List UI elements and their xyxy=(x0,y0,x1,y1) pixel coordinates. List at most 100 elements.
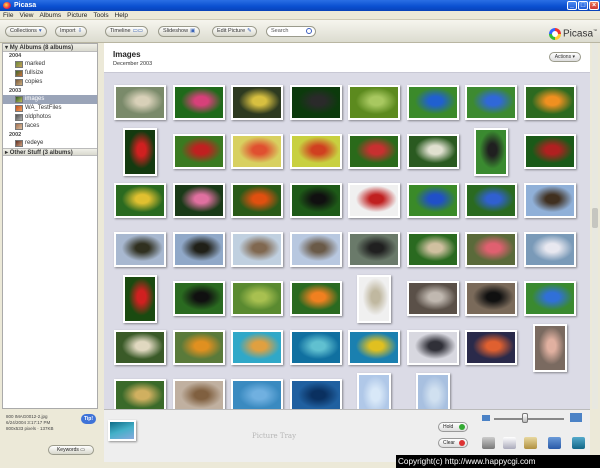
sidebar-item-fullsize[interactable]: fullsize xyxy=(3,69,97,78)
photo-thumbnail[interactable] xyxy=(348,330,401,365)
photo-thumbnail[interactable] xyxy=(231,183,284,218)
close-button[interactable]: × xyxy=(589,1,599,10)
photo-thumbnail[interactable] xyxy=(465,281,518,316)
keywords-button[interactable]: Keywords ▭ xyxy=(48,445,94,455)
photo-thumbnail[interactable] xyxy=(114,379,167,409)
album-thumbnail xyxy=(15,70,23,77)
search-input[interactable]: Search xyxy=(266,26,316,37)
photo-thumbnail[interactable] xyxy=(289,379,342,409)
photo-thumbnail[interactable] xyxy=(465,85,518,120)
menu-albums[interactable]: Albums xyxy=(36,11,64,20)
photo-thumbnail[interactable] xyxy=(231,232,284,267)
vertical-scrollbar[interactable] xyxy=(592,43,598,409)
photo-thumbnail[interactable] xyxy=(357,274,392,323)
photo-thumbnail[interactable] xyxy=(289,183,342,218)
my-albums-header[interactable]: ▾ My Albums (8 albums) xyxy=(3,44,97,52)
photo-thumbnail[interactable] xyxy=(532,323,567,372)
photo-thumbnail[interactable] xyxy=(172,232,225,267)
timeline-button[interactable]: Timeline ▭▭ xyxy=(105,26,148,37)
blog-icon[interactable] xyxy=(572,437,585,449)
photo-thumbnail[interactable] xyxy=(172,183,225,218)
photo-thumbnail[interactable] xyxy=(523,134,576,169)
sidebar-item-redeye[interactable]: redeye xyxy=(3,139,97,148)
zoom-large-icon[interactable] xyxy=(570,413,582,422)
photo-thumbnail[interactable] xyxy=(406,85,459,120)
collections-button[interactable]: Collections ▾ xyxy=(5,26,47,37)
photo-thumbnail[interactable] xyxy=(523,183,576,218)
photo-thumbnail[interactable] xyxy=(231,134,284,169)
menu-file[interactable]: File xyxy=(0,11,16,20)
photo-thumbnail[interactable] xyxy=(114,85,167,120)
photo-thumbnail[interactable] xyxy=(406,330,459,365)
sidebar-item-wa-testfiles[interactable]: WA_TestFiles xyxy=(3,104,97,113)
photo-thumbnail[interactable] xyxy=(289,134,342,169)
tip-button[interactable]: Tip! xyxy=(81,414,96,424)
album-label: faces xyxy=(25,123,40,129)
hold-button[interactable]: Hold xyxy=(438,422,468,432)
photo-thumbnail[interactable] xyxy=(357,372,392,409)
photo-thumbnail[interactable] xyxy=(172,330,225,365)
photo-thumbnail[interactable] xyxy=(406,183,459,218)
zoom-slider[interactable] xyxy=(494,418,564,420)
photo-thumbnail[interactable] xyxy=(465,183,518,218)
photo-thumbnail[interactable] xyxy=(114,183,167,218)
photo-thumbnail[interactable] xyxy=(172,134,225,169)
photo-thumbnail[interactable] xyxy=(289,232,342,267)
photo-thumbnail[interactable] xyxy=(406,134,459,169)
menu-tools[interactable]: Tools xyxy=(90,11,111,20)
photo-thumbnail[interactable] xyxy=(465,232,518,267)
slideshow-button[interactable]: Slideshow ▣ xyxy=(158,26,201,37)
photo-thumbnail[interactable] xyxy=(289,281,342,316)
photo-thumbnail[interactable] xyxy=(289,85,342,120)
minimize-button[interactable]: _ xyxy=(567,1,577,10)
photo-thumbnail[interactable] xyxy=(123,274,158,323)
other-stuff-header[interactable]: ▸ Other Stuff (3 albums) xyxy=(3,148,97,156)
import-button[interactable]: Import ⇩ xyxy=(55,26,88,37)
photo-thumbnail[interactable] xyxy=(123,127,158,176)
sidebar-item-copies[interactable]: copies xyxy=(3,78,97,87)
photo-thumbnail[interactable] xyxy=(415,372,450,409)
maximize-button[interactable]: □ xyxy=(578,1,588,10)
photo-thumbnail[interactable] xyxy=(289,330,342,365)
photo-thumbnail[interactable] xyxy=(474,127,509,176)
photo-thumbnail[interactable] xyxy=(231,85,284,120)
photo-thumbnail[interactable] xyxy=(231,281,284,316)
photo-thumbnail[interactable] xyxy=(172,85,225,120)
photo-thumbnail[interactable] xyxy=(348,232,401,267)
menu-picture[interactable]: Picture xyxy=(64,11,90,20)
photo-thumbnail[interactable] xyxy=(406,232,459,267)
photo-thumbnail[interactable] xyxy=(406,281,459,316)
zoom-small-icon[interactable] xyxy=(482,415,490,421)
sidebar-item-marked[interactable]: marked xyxy=(3,60,97,69)
export-icon[interactable] xyxy=(548,437,561,449)
hold-icon xyxy=(459,424,465,430)
photo-thumbnail[interactable] xyxy=(348,183,401,218)
photo-thumbnail[interactable] xyxy=(348,134,401,169)
photo-thumbnail[interactable] xyxy=(172,379,225,409)
clear-button[interactable]: Clear xyxy=(438,438,468,448)
sidebar-item-faces[interactable]: faces xyxy=(3,122,97,131)
edit-picture-button[interactable]: Edit Picture ✎ xyxy=(212,26,257,37)
photo-thumbnail[interactable] xyxy=(523,281,576,316)
photo-thumbnail[interactable] xyxy=(231,330,284,365)
photo-thumbnail[interactable] xyxy=(348,85,401,120)
photo-thumbnail[interactable] xyxy=(114,232,167,267)
order-prints-icon[interactable] xyxy=(524,437,537,449)
photo-thumbnail[interactable] xyxy=(523,85,576,120)
photo-thumbnail[interactable] xyxy=(465,330,518,365)
actions-button[interactable]: Actions ▾ xyxy=(548,52,581,62)
photo-thumbnail[interactable] xyxy=(523,232,576,267)
sidebar-item-images[interactable]: images xyxy=(3,95,97,104)
photo-thumbnail[interactable] xyxy=(231,379,284,409)
tray-thumbnail[interactable] xyxy=(108,420,136,441)
photo-thumbnail[interactable] xyxy=(114,330,167,365)
zoom-slider-handle[interactable] xyxy=(522,413,528,423)
scrollbar-thumb[interactable] xyxy=(592,208,598,228)
email-icon[interactable] xyxy=(503,437,516,449)
sidebar-item-oldphotos[interactable]: oldphotos xyxy=(3,113,97,122)
print-icon[interactable] xyxy=(482,437,495,449)
keywords-label: Keywords xyxy=(56,447,79,453)
photo-thumbnail[interactable] xyxy=(172,281,225,316)
menu-view[interactable]: View xyxy=(16,11,36,20)
menu-help[interactable]: Help xyxy=(112,11,131,20)
